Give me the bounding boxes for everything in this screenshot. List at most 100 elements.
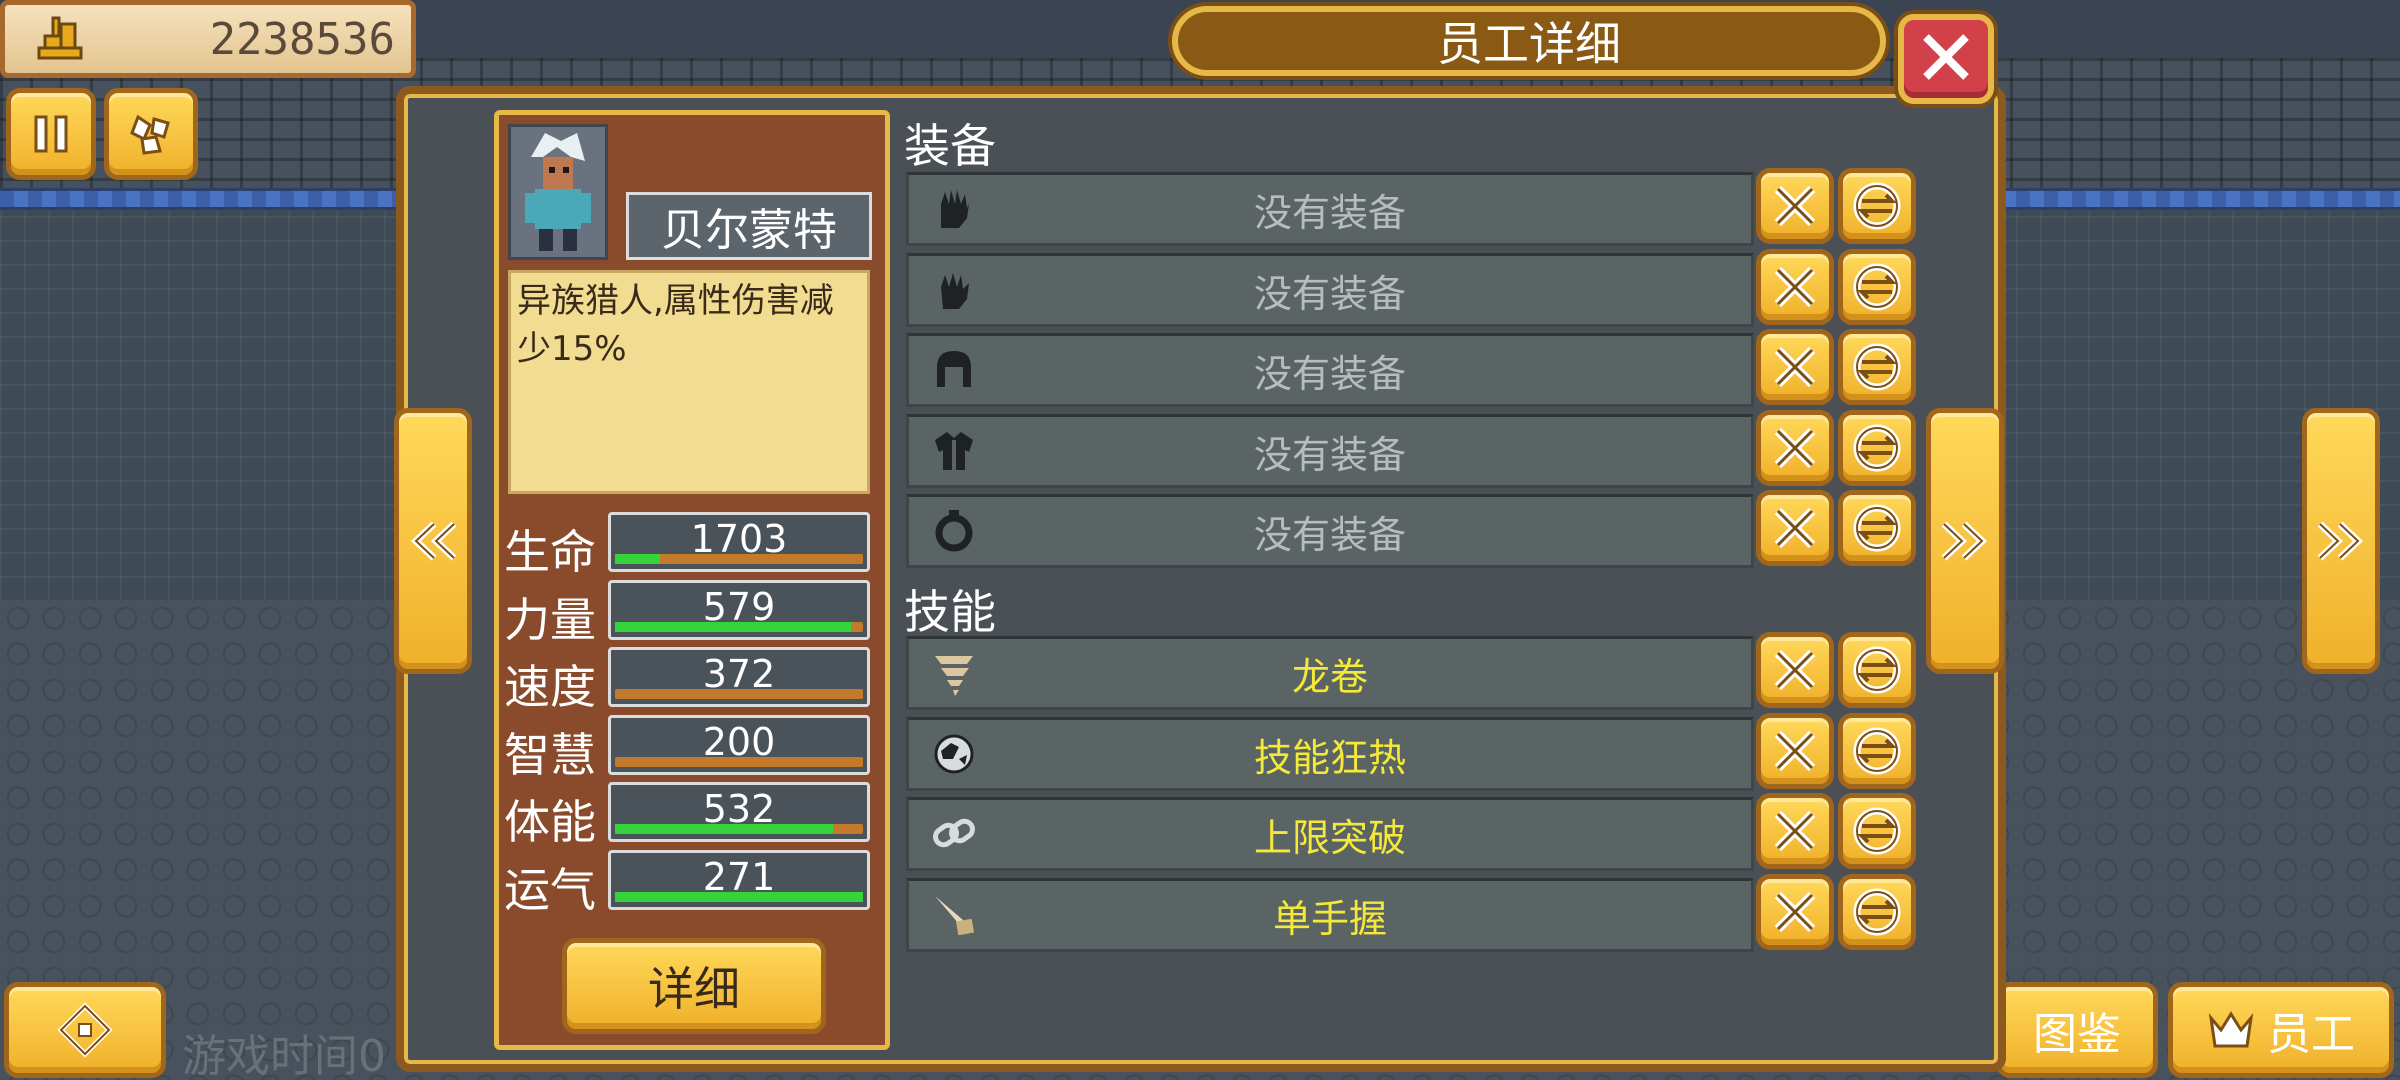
game-time-label: 游戏时间0	[182, 1031, 386, 1080]
close-icon	[1918, 29, 1974, 89]
close-x-icon	[1766, 177, 1824, 235]
stat-fill	[615, 622, 851, 632]
stat-track	[615, 554, 863, 564]
stat-bar: 1703	[608, 512, 870, 572]
equipment-slot-text: 没有装备	[1253, 432, 1406, 477]
swap-button[interactable]	[1838, 874, 1916, 950]
stat-label: 体能	[504, 795, 596, 849]
previous-employee-button[interactable]	[394, 408, 472, 674]
stat-track	[615, 892, 863, 902]
equipment-slot[interactable]: 没有装备	[906, 253, 1754, 327]
swap-cycle-icon	[1848, 258, 1906, 316]
remove-button[interactable]	[1756, 874, 1834, 950]
double-chevron-right-icon	[1938, 514, 1992, 568]
resources-button[interactable]	[104, 88, 198, 180]
stat-label: 生命	[504, 525, 596, 579]
stat-bar: 372	[608, 647, 870, 707]
remove-button[interactable]	[1756, 490, 1834, 566]
stat-bar: 200	[608, 715, 870, 775]
swap-cycle-icon	[1848, 883, 1906, 941]
character-portrait[interactable]	[508, 124, 608, 260]
skill-slot[interactable]: 上限突破	[906, 797, 1754, 871]
swap-button[interactable]	[1838, 632, 1916, 708]
pause-button[interactable]	[6, 88, 96, 180]
close-x-icon	[1766, 722, 1824, 780]
double-chevron-left-icon	[406, 514, 460, 568]
swap-cycle-icon	[1848, 722, 1906, 780]
skill-slot-text: 上限突破	[1253, 815, 1406, 860]
dialog-title: 员工详细	[1172, 6, 1886, 76]
close-x-icon	[1766, 338, 1824, 396]
stat-label: 力量	[504, 593, 596, 647]
equipment-slot-text: 没有装备	[1253, 190, 1406, 235]
staff-button[interactable]: 员工	[2168, 982, 2394, 1078]
skill-slot[interactable]: 龙卷	[906, 636, 1754, 710]
close-x-icon	[1766, 641, 1824, 699]
skill-slot[interactable]: 技能狂热	[906, 717, 1754, 791]
stat-track	[615, 824, 863, 834]
close-x-icon	[1766, 258, 1824, 316]
remove-button[interactable]	[1756, 168, 1834, 244]
skill-slot[interactable]: 单手握	[906, 878, 1754, 952]
gems-icon	[124, 111, 178, 157]
detail-button[interactable]: 详细	[562, 938, 826, 1034]
swap-cycle-icon	[1848, 419, 1906, 477]
close-x-icon	[1766, 883, 1824, 941]
stat-label: 智慧	[504, 728, 596, 782]
gold-coins-icon	[35, 14, 85, 64]
remove-button[interactable]	[1756, 793, 1834, 869]
close-button[interactable]	[1898, 14, 1994, 104]
remove-button[interactable]	[1756, 329, 1834, 405]
encyclopedia-label: 图鉴	[2033, 1009, 2121, 1060]
chain-link-icon	[919, 799, 989, 869]
skills-title: 技能	[904, 585, 996, 639]
stat-fill	[615, 554, 660, 564]
glove-icon	[919, 174, 989, 244]
remove-button[interactable]	[1756, 410, 1834, 486]
next-employee-button[interactable]	[1926, 408, 2004, 674]
tornado-icon	[919, 638, 989, 708]
stat-fill	[615, 824, 834, 834]
pause-icon	[28, 111, 74, 157]
encyclopedia-button[interactable]: 图鉴	[1996, 982, 2158, 1078]
stat-bar: 271	[608, 850, 870, 910]
swap-button[interactable]	[1838, 410, 1916, 486]
equipment-slot[interactable]: 没有装备	[906, 494, 1754, 568]
detail-label: 详细	[648, 962, 740, 1016]
ring-icon	[919, 496, 989, 566]
equipment-slot[interactable]: 没有装备	[906, 172, 1754, 246]
sword-hand-icon	[919, 880, 989, 950]
remove-button[interactable]	[1756, 713, 1834, 789]
skill-slot-text: 龙卷	[1291, 654, 1368, 699]
stat-bar: 532	[608, 782, 870, 842]
swap-cycle-icon	[1848, 338, 1906, 396]
equipment-slot-text: 没有装备	[1253, 351, 1406, 396]
dpad-button[interactable]	[4, 982, 166, 1078]
globe-icon	[919, 719, 989, 789]
remove-button[interactable]	[1756, 249, 1834, 325]
swap-button[interactable]	[1838, 793, 1916, 869]
swap-button[interactable]	[1838, 329, 1916, 405]
equipment-slot[interactable]: 没有装备	[906, 414, 1754, 488]
remove-button[interactable]	[1756, 632, 1834, 708]
skill-slot-text: 单手握	[1272, 896, 1387, 941]
equipment-slot-text: 没有装备	[1253, 271, 1406, 316]
armor-icon	[919, 416, 989, 486]
swap-cycle-icon	[1848, 802, 1906, 860]
stat-bar: 579	[608, 580, 870, 640]
swap-button[interactable]	[1838, 249, 1916, 325]
swap-button[interactable]	[1838, 713, 1916, 789]
stat-track	[615, 622, 863, 632]
swap-button[interactable]	[1838, 490, 1916, 566]
crown-icon	[2207, 1008, 2255, 1052]
money-value: 2238536	[209, 13, 395, 65]
stat-track	[615, 689, 863, 699]
skill-slot-text: 技能狂热	[1253, 735, 1406, 780]
next-page-button[interactable]	[2302, 408, 2380, 674]
double-chevron-right-icon	[2314, 514, 2368, 568]
close-x-icon	[1766, 419, 1824, 477]
swap-button[interactable]	[1838, 168, 1916, 244]
helmet-icon	[919, 335, 989, 405]
equipment-slot[interactable]: 没有装备	[906, 333, 1754, 407]
close-x-icon	[1766, 499, 1824, 557]
